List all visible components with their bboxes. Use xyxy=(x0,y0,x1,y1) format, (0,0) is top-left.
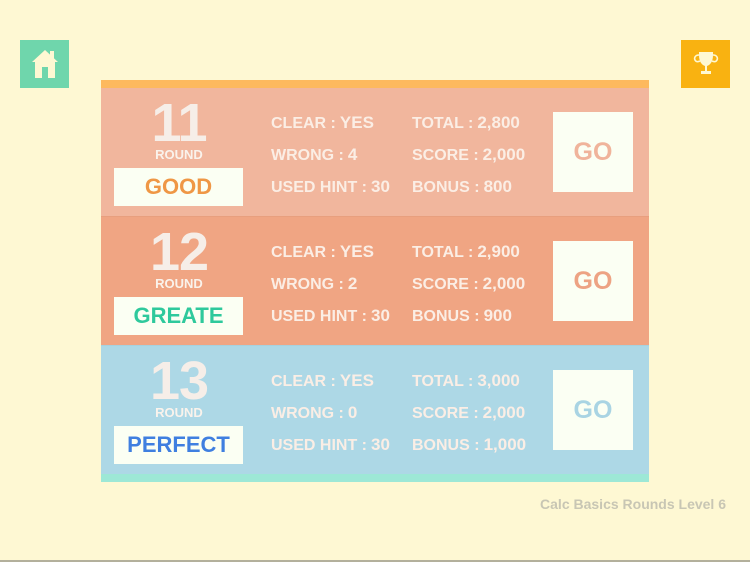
trophy-icon xyxy=(693,52,718,74)
hint-label: USED HINT : xyxy=(271,437,367,454)
score-value: 2,000 xyxy=(482,274,526,293)
score-stat: SCORE :2,000 xyxy=(412,274,525,294)
clear-value: YES xyxy=(339,113,374,132)
wrong-label: WRONG : xyxy=(271,147,344,164)
round-number: 11 xyxy=(151,93,207,153)
round-row-12: 12 ROUND GREATE CLEAR : YES WRONG :2 USED… xyxy=(101,216,649,345)
score-label: SCORE : xyxy=(412,147,479,164)
go-button[interactable]: GO xyxy=(553,112,633,192)
bonus-value: 900 xyxy=(483,306,512,325)
panel-top-strip xyxy=(101,80,649,88)
hint-label: USED HINT : xyxy=(271,308,367,325)
total-label: TOTAL : xyxy=(412,373,474,390)
clear-value: YES xyxy=(339,242,374,261)
clear-label: CLEAR : xyxy=(271,115,336,132)
panel-bottom-strip xyxy=(101,474,649,482)
score-label: SCORE : xyxy=(412,276,479,293)
score-stat: SCORE :2,000 xyxy=(412,403,525,423)
clear-label: CLEAR : xyxy=(271,373,336,390)
total-label: TOTAL : xyxy=(412,244,474,261)
round-number: 13 xyxy=(149,351,209,411)
bonus-label: BONUS : xyxy=(412,179,480,196)
wrong-value: 4 xyxy=(347,145,358,164)
round-label: ROUND xyxy=(155,276,203,291)
clear-stat: CLEAR : YES xyxy=(271,242,374,262)
wrong-value: 0 xyxy=(347,403,358,422)
hint-stat: USED HINT :30 xyxy=(271,435,390,455)
bonus-stat: BONUS :800 xyxy=(412,177,512,197)
clear-stat: CLEAR : YES xyxy=(271,371,374,391)
round-label: ROUND xyxy=(155,147,203,162)
rounds-panel: 11 ROUND GOOD CLEAR : YES WRONG :4 USED H… xyxy=(101,80,649,482)
total-value: 2,800 xyxy=(477,113,520,132)
total-value: 3,000 xyxy=(477,371,520,390)
hint-label: USED HINT : xyxy=(271,179,367,196)
bonus-value: 1,000 xyxy=(483,435,527,454)
wrong-label: WRONG : xyxy=(271,276,344,293)
wrong-stat: WRONG :4 xyxy=(271,145,357,165)
trophy-button[interactable] xyxy=(681,40,730,88)
total-label: TOTAL : xyxy=(412,115,474,132)
home-button[interactable] xyxy=(20,40,69,88)
go-button[interactable]: GO xyxy=(553,241,633,321)
level-title: Calc Basics Rounds Level 6 xyxy=(540,496,726,512)
total-value: 2,900 xyxy=(477,242,520,261)
grade-badge: GREATE xyxy=(114,297,243,335)
total-stat: TOTAL :3,000 xyxy=(412,371,520,391)
wrong-value: 2 xyxy=(347,274,358,293)
hint-value: 30 xyxy=(371,435,390,454)
clear-label: CLEAR : xyxy=(271,244,336,261)
grade-badge: GOOD xyxy=(114,168,243,206)
clear-value: YES xyxy=(339,371,374,390)
score-stat: SCORE :2,000 xyxy=(412,145,525,165)
bonus-stat: BONUS :900 xyxy=(412,306,512,326)
score-value: 2,000 xyxy=(482,145,526,164)
bonus-label: BONUS : xyxy=(412,308,480,325)
bonus-stat: BONUS :1,000 xyxy=(412,435,526,455)
bonus-value: 800 xyxy=(483,177,512,196)
clear-stat: CLEAR : YES xyxy=(271,113,374,133)
hint-value: 30 xyxy=(371,177,390,196)
go-button[interactable]: GO xyxy=(553,370,633,450)
total-stat: TOTAL :2,800 xyxy=(412,113,520,133)
hint-value: 30 xyxy=(371,306,390,325)
wrong-stat: WRONG :0 xyxy=(271,403,357,423)
round-row-13: 13 ROUND PERFECT CLEAR : YES WRONG :0 USE… xyxy=(101,345,649,474)
total-stat: TOTAL :2,900 xyxy=(412,242,520,262)
score-value: 2,000 xyxy=(482,403,526,422)
grade-badge: PERFECT xyxy=(114,426,243,464)
bonus-label: BONUS : xyxy=(412,437,480,454)
round-number: 12 xyxy=(149,222,209,282)
hint-stat: USED HINT :30 xyxy=(271,306,390,326)
hint-stat: USED HINT :30 xyxy=(271,177,390,197)
wrong-label: WRONG : xyxy=(271,405,344,422)
wrong-stat: WRONG :2 xyxy=(271,274,357,294)
score-label: SCORE : xyxy=(412,405,479,422)
round-label: ROUND xyxy=(155,405,203,420)
round-row-11: 11 ROUND GOOD CLEAR : YES WRONG :4 USED H… xyxy=(101,88,649,216)
home-icon xyxy=(31,50,58,78)
